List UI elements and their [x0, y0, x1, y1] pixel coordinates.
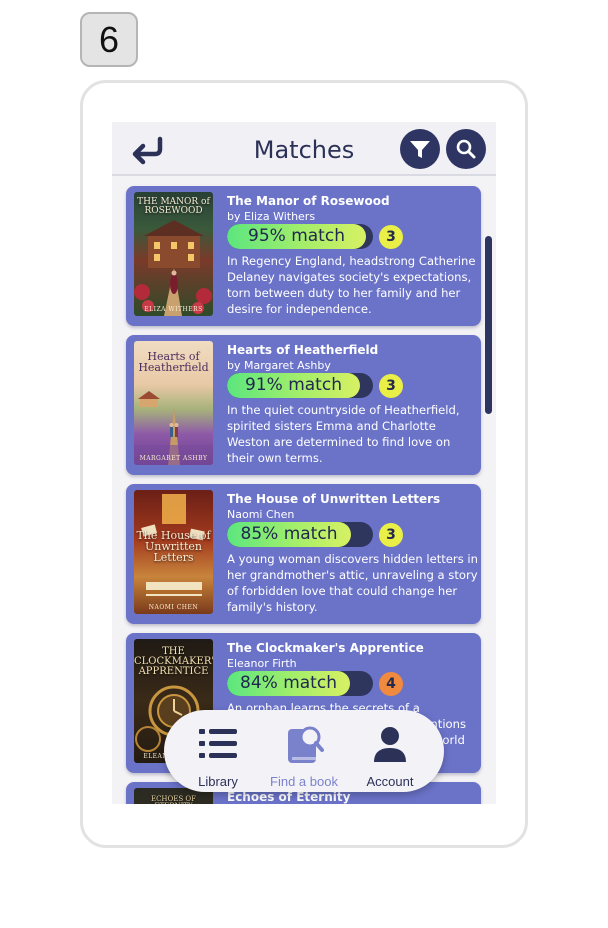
book-cover: The House of Unwritten Letters NAOMI CHE… — [134, 490, 213, 614]
cover-title: THE CLOCKMAKER'S APPRENTICE — [134, 646, 213, 677]
cover-author: MARGARET ASHBY — [139, 455, 208, 462]
return-arrow-icon — [132, 136, 163, 165]
book-author: by Margaret Ashby — [227, 359, 331, 372]
match-label: 84% match — [240, 673, 337, 693]
page-title: Matches — [253, 136, 355, 164]
match-label: 91% match — [245, 375, 342, 395]
count-badge: 3 — [379, 374, 403, 398]
match-bar: 91% match — [227, 373, 373, 398]
cover-title: Hearts of Heatherfield — [138, 350, 209, 374]
book-author: by Eliza Withers — [227, 210, 316, 223]
cover-author: ELIZA WITHERS — [144, 306, 203, 313]
match-bar: 84% match — [227, 671, 373, 696]
app-screen: Matches THE MANOR of ROSEWOOD ELIZA WITH… — [112, 122, 496, 804]
book-cover: Hearts of Heatherfield MARGARET ASHBY — [134, 341, 213, 465]
book-title: The Clockmaker's Apprentice — [227, 641, 424, 655]
book-title: The Manor of Rosewood — [227, 194, 390, 208]
book-description: A young woman discovers hidden letters i… — [227, 552, 478, 614]
app-header: Matches — [112, 122, 496, 176]
funnel-icon — [410, 141, 430, 158]
book-title: The House of Unwritten Letters — [227, 492, 441, 506]
match-bar: 95% match — [227, 224, 373, 249]
match-bar: 85% match — [227, 522, 373, 547]
book-cover: THE MANOR of ROSEWOOD ELIZA WITHERS — [134, 192, 213, 316]
book-author: Eleanor Firth — [227, 657, 297, 670]
book-title: Hearts of Heatherfield — [227, 343, 379, 357]
book-description: In Regency England, headstrong Catherine… — [227, 254, 476, 316]
user-icon — [368, 722, 412, 766]
filter-button[interactable] — [400, 129, 440, 169]
book-search-icon — [282, 722, 326, 766]
nav-account[interactable]: Account — [342, 710, 438, 792]
book-author: Naomi Chen — [227, 508, 295, 521]
count-badge: 3 — [379, 225, 403, 249]
count-badge: 4 — [379, 672, 403, 696]
match-label: 85% match — [240, 524, 338, 544]
book-card[interactable]: THE MANOR of ROSEWOOD ELIZA WITHERS The … — [126, 186, 481, 326]
book-description: In the quiet countryside of Heatherfield… — [227, 403, 460, 465]
book-card[interactable]: The House of Unwritten Letters NAOMI CHE… — [126, 484, 481, 624]
match-label: 95% match — [248, 226, 345, 246]
nav-account-label: Account — [366, 774, 414, 789]
nav-library[interactable]: Library — [170, 710, 266, 792]
nav-library-label: Library — [198, 774, 238, 789]
cover-title: The House of Unwritten Letters — [136, 529, 211, 564]
back-button[interactable] — [128, 132, 168, 166]
step-number-badge: 6 — [80, 12, 138, 67]
search-button[interactable] — [446, 129, 486, 169]
cover-author: NAOMI CHEN — [148, 604, 199, 611]
list-icon — [196, 722, 240, 766]
bottom-nav: Library Find a book Account — [164, 710, 444, 792]
magnifier-icon — [456, 139, 476, 159]
cover-title: ECHOES OF ETERNITY — [150, 795, 197, 805]
nav-find-a-book-label: Find a book — [270, 774, 338, 789]
book-title: Echoes of Eternity — [227, 790, 351, 804]
scrollbar[interactable] — [485, 236, 492, 414]
nav-find-a-book[interactable]: Find a book — [256, 710, 352, 792]
count-badge: 3 — [379, 523, 403, 547]
cover-title: THE MANOR of ROSEWOOD — [137, 197, 210, 216]
book-card[interactable]: Hearts of Heatherfield MARGARET ASHBY He… — [126, 335, 481, 475]
